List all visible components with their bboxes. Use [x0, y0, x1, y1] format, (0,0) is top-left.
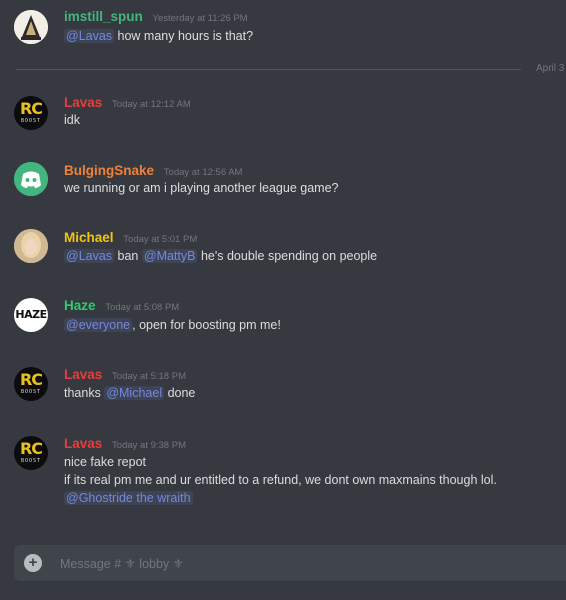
everyone-mention[interactable]: @everyone [64, 318, 133, 332]
message-text: , open for boosting pm me! [132, 318, 281, 332]
message-text: idk [64, 113, 80, 127]
avatar[interactable]: HAZE [14, 298, 48, 332]
author-name[interactable]: Lavas [64, 95, 102, 110]
message-composer[interactable]: + Message # ⚜ lobby ⚜ [14, 545, 566, 581]
message-timestamp: Today at 5:08 PM [105, 302, 180, 313]
discord-avatar-icon[interactable] [14, 162, 48, 196]
user-mention[interactable]: @Lavas [64, 249, 115, 263]
message-timestamp: Today at 5:18 PM [112, 371, 186, 382]
author-name[interactable]: Lavas [64, 436, 102, 451]
avatar[interactable]: RC BOOST [14, 367, 48, 401]
message-text: we running or am i playing another leagu… [64, 181, 339, 195]
date-divider [16, 69, 521, 70]
message-timestamp: Today at 9:38 PM [112, 440, 186, 451]
message-text: ban [117, 249, 139, 263]
add-attachment-icon[interactable]: + [24, 554, 42, 572]
message-text: he's double spending on people [200, 249, 378, 263]
author-name[interactable]: Michael [64, 230, 114, 245]
date-divider-label: April 3 [536, 63, 565, 74]
user-mention[interactable]: @MattyB [141, 249, 198, 263]
user-mention[interactable]: @Lavas [64, 29, 115, 43]
message-text: nice fake repot [64, 455, 146, 469]
avatar[interactable]: RC BOOST [14, 96, 48, 130]
avatar[interactable] [14, 10, 48, 44]
message-text: if its real pm me and ur entitled to a r… [64, 473, 497, 487]
message-text: how many hours is that? [117, 29, 254, 43]
message-timestamp: Today at 12:56 AM [163, 167, 243, 178]
message-timestamp: Yesterday at 11:26 PM [152, 13, 248, 24]
message-timestamp: Today at 12:12 AM [112, 99, 191, 110]
user-mention[interactable]: @Michael [104, 386, 165, 400]
message-timestamp: Today at 5:01 PM [123, 234, 198, 245]
author-name[interactable]: BulgingSnake [64, 163, 154, 178]
message-input[interactable]: Message # ⚜ lobby ⚜ [60, 556, 184, 571]
author-name[interactable]: Lavas [64, 367, 102, 382]
avatar[interactable] [14, 229, 48, 263]
chat-window: imstill_spun Yesterday at 11:26 PM @Lava… [0, 0, 566, 600]
author-name[interactable]: Haze [64, 298, 96, 313]
avatar[interactable]: RC BOOST [14, 436, 48, 470]
user-mention[interactable]: @Ghostride the wraith [64, 491, 193, 505]
message-text: done [167, 386, 196, 400]
author-name[interactable]: imstill_spun [64, 9, 143, 24]
message-text: thanks [64, 386, 101, 400]
